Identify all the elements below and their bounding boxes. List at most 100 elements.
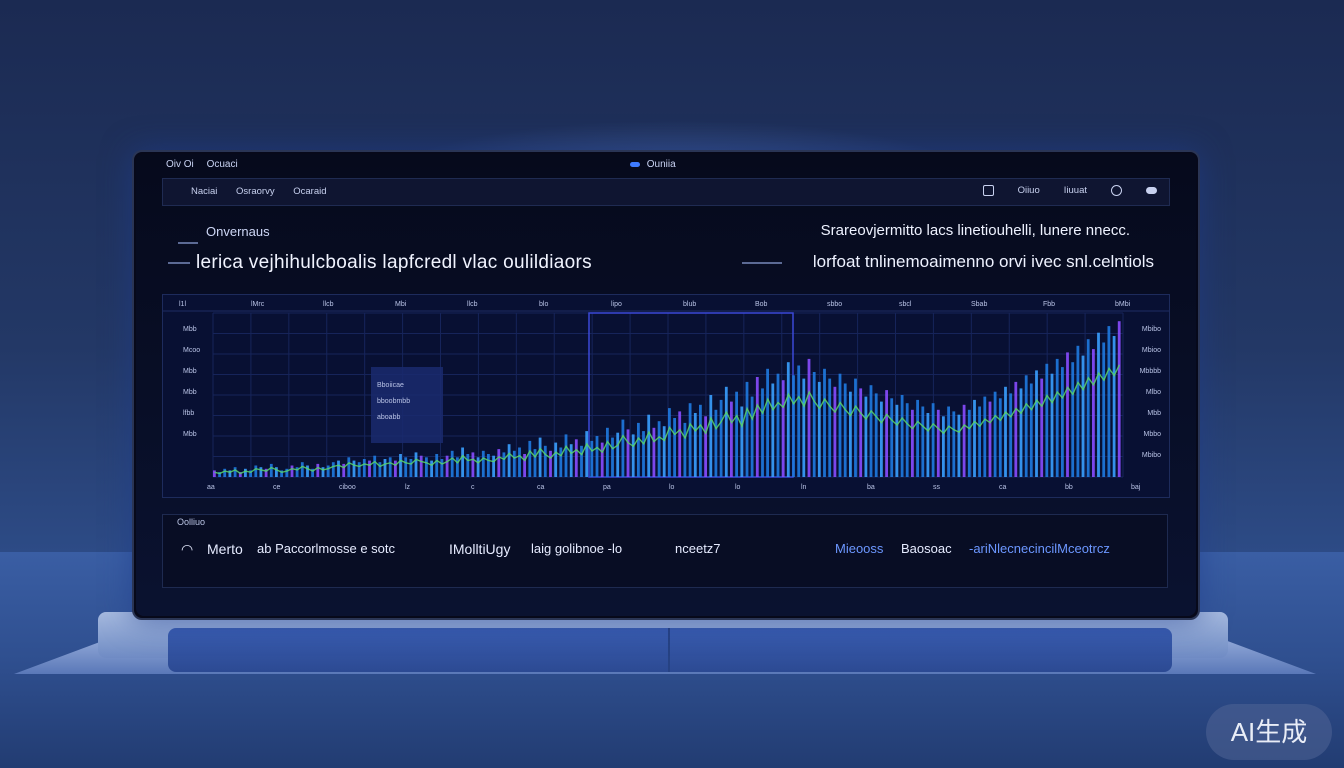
chart-bar [962, 404, 966, 477]
top-axis-label: Sbab [971, 301, 987, 308]
chart-svg: l1l lMrc llcb Mbi llcb blo lipo blub Bob sbbo sbcl… [163, 301, 1169, 491]
chart-bar [683, 422, 687, 477]
chart-bar [895, 404, 899, 477]
top-axis-label: Mbi [395, 301, 407, 308]
chart-bar [1092, 349, 1095, 477]
chart-bar [662, 426, 666, 477]
right-axis-label: Mlbo [1146, 389, 1161, 396]
chart-bar [611, 437, 614, 477]
chart-bar [900, 395, 904, 477]
chart-bar [1035, 370, 1038, 477]
grid-icon[interactable] [982, 185, 994, 196]
chart-bar [693, 413, 697, 477]
x-axis-label: pa [603, 484, 611, 491]
metric-item[interactable]: Mieooss [835, 541, 883, 556]
chart-bar [647, 414, 651, 477]
nav-link[interactable]: Oiiuo [1018, 185, 1040, 196]
chart-bar [419, 455, 423, 477]
chart-bar [512, 450, 516, 477]
y-axis-label: Mbb [183, 389, 197, 396]
top-axis-label: lMrc [251, 301, 265, 308]
chart-panel: l1l lMrc llcb Mbi llcb blo lipo blub Bob sbbo sbcl… [162, 294, 1170, 498]
chart-bar [306, 465, 309, 477]
chart-bar [538, 437, 542, 477]
overview-summary-line-2: lorfoat tnlinemoaimenno orvi ivec snl.ce… [812, 252, 1154, 271]
nav-tab[interactable]: Osraorvy [236, 186, 275, 197]
chart-bar [574, 439, 578, 477]
chart-bar [797, 365, 801, 477]
chart-bar [885, 390, 888, 477]
chart-bar [435, 454, 439, 477]
chart-bar [1024, 375, 1028, 477]
chart-bar [916, 399, 919, 477]
os-menu-item[interactable]: Oiv Oi [166, 159, 194, 170]
refresh-icon[interactable] [1111, 185, 1122, 196]
chart-bar [497, 449, 501, 477]
chart-bar [1112, 336, 1116, 477]
metric-item[interactable]: -ariNlecnecincilMceotrcz [969, 541, 1110, 556]
metric-item[interactable]: nceetz7 [675, 541, 721, 556]
os-menu-item[interactable]: Ocuaci [207, 159, 238, 170]
chart-bar [688, 403, 692, 477]
chart-bar [833, 386, 837, 477]
stand-front [168, 628, 1172, 672]
chart-bar [967, 409, 971, 477]
chart-bar [502, 452, 506, 477]
nav-tab[interactable]: Ocaraid [293, 186, 326, 197]
tooltip-line: bboobmbb [377, 398, 410, 405]
tooltip-line: aboabb [377, 414, 400, 421]
screen: Oiv Oi Ocuaci Ouniia Naciai Osraorvy Oca… [136, 154, 1196, 616]
chart-bar [699, 404, 702, 477]
chart-bar [673, 418, 676, 477]
chart-bar [1055, 358, 1059, 477]
metrics-label: Oolliuo [177, 517, 206, 527]
nav-tab[interactable]: Naciai [191, 186, 217, 197]
chart-bar [316, 463, 320, 477]
chart-bar [399, 454, 402, 477]
chart-bar [1009, 393, 1013, 477]
top-axis-label: blub [683, 301, 696, 308]
chart-bar [880, 401, 883, 477]
top-axis-label: sbbo [827, 301, 842, 308]
chart-bar [300, 462, 304, 477]
metric-item[interactable]: laig golibnoe -lo [531, 541, 622, 556]
x-axis-label: lo [669, 484, 675, 491]
app-logo-icon [630, 161, 640, 167]
chart-bar [766, 368, 769, 477]
metric-item[interactable]: IMolltiUgy [449, 541, 510, 557]
y-axis-label: Mbb [183, 431, 197, 438]
chart-bar [476, 457, 480, 477]
metric-item[interactable]: Merto [207, 541, 243, 557]
chart-bar [471, 452, 475, 477]
metric-item[interactable]: ab Paccorlmosse e sotc [257, 541, 395, 556]
chart-bar [269, 463, 273, 477]
chart-bar [585, 431, 589, 477]
metrics-panel: Oolliuo ◠ Merto ab Paccorlmosse e sotc I… [162, 514, 1168, 588]
nav-link[interactable]: Iiuuat [1064, 185, 1087, 196]
chart-bar [869, 385, 873, 477]
y-axis-label: lfbb [183, 410, 194, 417]
chart-bar [786, 362, 790, 477]
top-axis-label: Bob [755, 301, 768, 308]
chart-bar [580, 445, 583, 477]
chart-bar [807, 358, 811, 477]
chart-bar [445, 455, 449, 477]
chart-bar [326, 465, 330, 477]
x-axis-label: ln [801, 484, 807, 491]
chart-bar [802, 378, 806, 477]
top-axis-label: blo [539, 301, 548, 308]
chart-bar [978, 406, 981, 477]
chart-bar [450, 450, 454, 477]
chart-bar [554, 442, 558, 477]
ai-generated-badge: AI生成 [1206, 704, 1332, 760]
chart-bar [533, 449, 537, 477]
top-axis-label: lipo [611, 301, 622, 308]
top-axis-label: Fbb [1043, 301, 1055, 308]
os-window-title: Ouniia [630, 159, 676, 170]
chart-bar [383, 459, 387, 477]
chart-bar [456, 457, 459, 477]
chart-bar [362, 459, 366, 477]
chart-bar [838, 373, 842, 477]
cloud-icon[interactable] [1146, 187, 1157, 194]
metric-item[interactable]: Baosoac [901, 541, 952, 556]
